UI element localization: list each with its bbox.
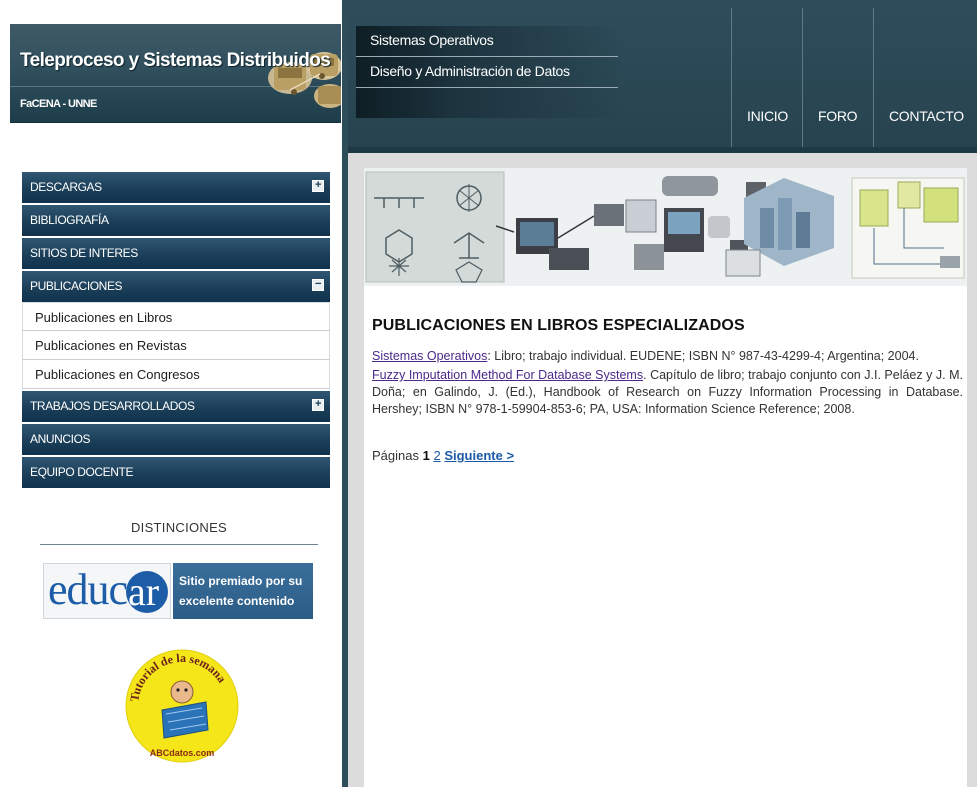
publication-link[interactable]: Sistemas Operativos: [372, 349, 487, 363]
pagination-page-2[interactable]: 2: [433, 448, 440, 463]
submenu-item-congresos[interactable]: Publicaciones en Congresos: [22, 360, 330, 389]
main-column: Sistemas Operativos Diseño y Administrac…: [348, 0, 977, 787]
nav-inicio[interactable]: INICIO: [747, 108, 788, 124]
educar-award-badge[interactable]: educ ar Sitio premiado por su excelente …: [43, 563, 313, 619]
nav-separator: [873, 8, 874, 147]
sidebar-item-label: DESCARGAS: [30, 180, 102, 194]
distinctions-divider: [40, 544, 318, 545]
sidebar-item-descargas[interactable]: DESCARGAS +: [22, 172, 330, 203]
expand-icon[interactable]: +: [312, 399, 324, 411]
educar-logo-suffix: ar: [128, 569, 160, 614]
sidebar-item-equipo[interactable]: EQUIPO DOCENTE: [22, 457, 330, 488]
pagination-label: Páginas: [372, 448, 419, 463]
network-topology-banner: [364, 168, 967, 286]
course-link-disenio-datos[interactable]: Diseño y Administración de Datos: [356, 57, 618, 88]
publication-entry: Fuzzy Imputation Method For Database Sys…: [372, 367, 963, 418]
course-link-sistemas-operativos[interactable]: Sistemas Operativos: [356, 26, 618, 57]
publication-entry: Sistemas Operativos: Libro; trabajo indi…: [372, 348, 963, 365]
page-heading: PUBLICACIONES EN LIBROS ESPECIALIZADOS: [372, 317, 745, 334]
submenu-item-revistas[interactable]: Publicaciones en Revistas: [22, 331, 330, 360]
expand-icon[interactable]: +: [312, 180, 324, 192]
sidebar-item-anuncios[interactable]: ANUNCIOS: [22, 424, 330, 455]
nav-separator: [731, 8, 732, 147]
site-subtitle: FaCENA - UNNE: [20, 98, 97, 110]
pagination-current-page: 1: [422, 448, 430, 463]
nav-foro[interactable]: FORO: [818, 108, 858, 124]
sidebar-item-sitios[interactable]: SITIOS DE INTERES: [22, 238, 330, 269]
publication-details: : Libro; trabajo individual. EUDENE; ISB…: [487, 349, 919, 363]
sidebar-item-publicaciones[interactable]: PUBLICACIONES −: [22, 271, 330, 302]
content-panel: PUBLICACIONES EN LIBROS ESPECIALIZADOS S…: [364, 168, 967, 787]
nav-separator: [802, 8, 803, 147]
course-link-label: Sistemas Operativos: [370, 32, 494, 48]
collapse-icon[interactable]: −: [312, 279, 324, 291]
sidebar-item-bibliografia[interactable]: BIBLIOGRAFÍA: [22, 205, 330, 236]
sidebar-item-label: BIBLIOGRAFÍA: [30, 213, 109, 227]
sidebar-item-label: ANUNCIOS: [30, 432, 91, 446]
distinctions-title: DISTINCIONES: [130, 520, 228, 535]
site-header: Teleproceso y Sistemas Distribuidos FaCE…: [10, 24, 341, 123]
abcdatos-footer-text: ABCdatos.com: [150, 748, 215, 758]
header-divider-strip: [348, 147, 977, 153]
educar-logo: educ ar: [43, 563, 171, 619]
top-navigation-bar: Sistemas Operativos Diseño y Administrac…: [348, 0, 977, 147]
sidebar-item-trabajos[interactable]: TRABAJOS DESARROLLADOS +: [22, 391, 330, 422]
pagination: Páginas 1 2 Siguiente >: [372, 448, 514, 463]
submenu-item-libros[interactable]: Publicaciones en Libros: [22, 302, 330, 331]
nav-contacto[interactable]: CONTACTO: [889, 108, 964, 124]
publication-link[interactable]: Fuzzy Imputation Method For Database Sys…: [372, 368, 643, 382]
sidebar-item-label: EQUIPO DOCENTE: [30, 465, 134, 479]
publications-list: Sistemas Operativos: Libro; trabajo indi…: [372, 348, 963, 420]
pagination-next-button[interactable]: Siguiente >: [444, 448, 514, 463]
course-links: Sistemas Operativos Diseño y Administrac…: [356, 26, 624, 118]
course-link-label: Diseño y Administración de Datos: [370, 63, 570, 79]
sidebar-item-label: TRABAJOS DESARROLLADOS: [30, 399, 195, 413]
site-title: Teleproceso y Sistemas Distribuidos: [20, 50, 331, 71]
educar-logo-text: educ: [48, 565, 128, 614]
left-sidebar: Teleproceso y Sistemas Distribuidos FaCE…: [0, 0, 342, 787]
abcdatos-award-badge[interactable]: Tutorial de la semana ABCdatos.com: [122, 640, 242, 772]
sidebar-item-label: SITIOS DE INTERES: [30, 246, 138, 260]
sidebar-item-label: PUBLICACIONES: [30, 279, 123, 293]
educar-caption: Sitio premiado por su excelente contenid…: [173, 563, 313, 619]
network-devices-illustration: [268, 52, 341, 108]
abcdatos-badge-graphic: Tutorial de la semana ABCdatos.com: [125, 649, 239, 763]
sidebar-menu: DESCARGAS + BIBLIOGRAFÍA SITIOS DE INTER…: [22, 172, 330, 490]
